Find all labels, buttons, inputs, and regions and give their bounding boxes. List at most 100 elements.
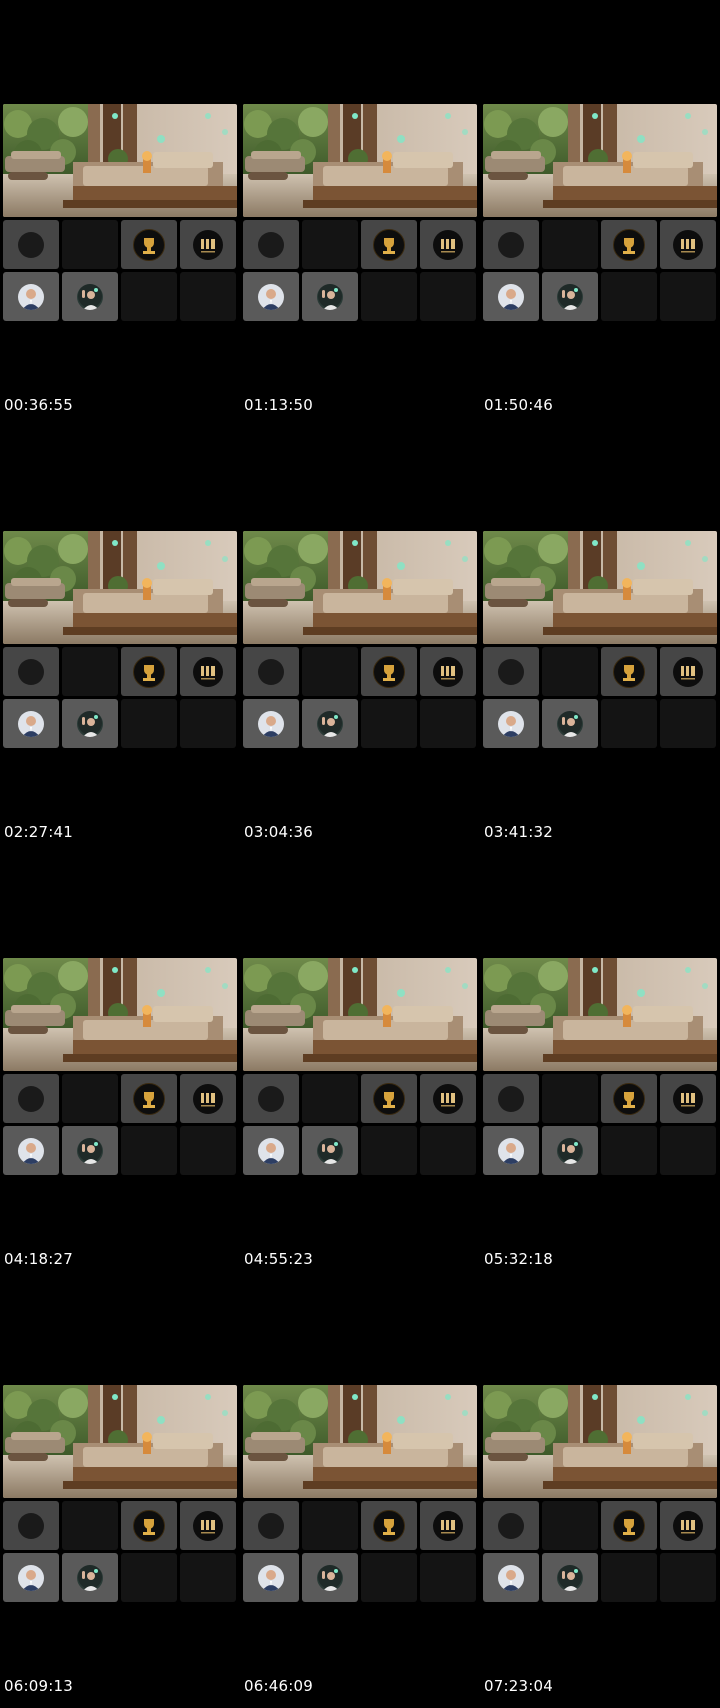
monogram-logo-tile[interactable]	[420, 220, 476, 269]
avatar-man-suit	[18, 710, 44, 737]
monogram-logo-tile[interactable]	[180, 1074, 236, 1123]
participant-tile[interactable]	[243, 272, 299, 321]
logo-tile[interactable]	[3, 1501, 59, 1550]
participant-tile[interactable]	[483, 699, 539, 748]
bedroom-scene-preview	[243, 104, 477, 217]
empty-tile	[180, 272, 236, 321]
video-frame-thumbnail[interactable]: 05:32:18	[483, 958, 717, 1278]
participant-tile[interactable]	[302, 1553, 358, 1602]
empty-tile	[62, 220, 118, 269]
logo-tile[interactable]	[3, 647, 59, 696]
participant-tile[interactable]	[542, 699, 598, 748]
video-frame-thumbnail[interactable]: 04:18:27	[3, 958, 237, 1278]
trophy-logo-tile[interactable]	[601, 1074, 657, 1123]
gold-monogram-logo-icon	[193, 229, 223, 260]
monogram-logo-tile[interactable]	[660, 220, 716, 269]
participant-tile[interactable]	[542, 1553, 598, 1602]
empty-tile	[601, 272, 657, 321]
participant-tile[interactable]	[3, 699, 59, 748]
monogram-logo-tile[interactable]	[660, 647, 716, 696]
logo-tile[interactable]	[243, 1501, 299, 1550]
participant-tile[interactable]	[243, 1553, 299, 1602]
video-frame-thumbnail[interactable]: 00:36:55	[3, 104, 237, 424]
participant-tile[interactable]	[302, 1126, 358, 1175]
logo-tile[interactable]	[243, 647, 299, 696]
bedroom-scene-preview	[3, 958, 237, 1071]
monogram-logo-tile[interactable]	[660, 1074, 716, 1123]
trophy-logo-tile[interactable]	[121, 1074, 177, 1123]
participant-tile[interactable]	[542, 272, 598, 321]
trophy-logo-tile[interactable]	[361, 647, 417, 696]
empty-tile	[302, 220, 358, 269]
trophy-logo-tile[interactable]	[361, 1501, 417, 1550]
video-frame-thumbnail[interactable]: 07:23:04	[483, 1385, 717, 1705]
logo-tile[interactable]	[483, 647, 539, 696]
logo-tile[interactable]	[243, 1074, 299, 1123]
participant-tile[interactable]	[243, 699, 299, 748]
participant-tile[interactable]	[62, 1553, 118, 1602]
trophy-logo-tile[interactable]	[361, 1074, 417, 1123]
logo-tile[interactable]	[3, 220, 59, 269]
monogram-logo-tile[interactable]	[180, 1501, 236, 1550]
trophy-logo-tile[interactable]	[121, 220, 177, 269]
bedroom-scene-preview	[483, 531, 717, 644]
frame-timestamp: 00:36:55	[4, 396, 73, 414]
empty-tile	[361, 699, 417, 748]
avatar-man-suit	[18, 1564, 44, 1591]
video-frame-thumbnail[interactable]: 03:41:32	[483, 531, 717, 851]
avatar-man-suit	[258, 283, 284, 310]
participant-tile[interactable]	[62, 272, 118, 321]
trophy-logo-tile[interactable]	[601, 220, 657, 269]
logo-tile[interactable]	[483, 1074, 539, 1123]
logo-tile[interactable]	[483, 1501, 539, 1550]
logo-tile[interactable]	[3, 1074, 59, 1123]
monogram-logo-tile[interactable]	[180, 220, 236, 269]
trophy-logo-tile[interactable]	[121, 1501, 177, 1550]
participant-tile[interactable]	[62, 699, 118, 748]
logo-dark-circle-icon	[18, 1512, 44, 1539]
participant-tile[interactable]	[3, 1126, 59, 1175]
frame-timestamp: 06:09:13	[4, 1677, 73, 1695]
empty-tile	[62, 647, 118, 696]
participant-tile[interactable]	[243, 1126, 299, 1175]
monogram-logo-tile[interactable]	[420, 647, 476, 696]
bedroom-scene-image	[243, 958, 477, 1071]
bedroom-scene-image	[243, 104, 477, 217]
video-frame-thumbnail[interactable]: 04:55:23	[243, 958, 477, 1278]
participant-tile[interactable]	[483, 1553, 539, 1602]
monogram-logo-tile[interactable]	[660, 1501, 716, 1550]
video-frame-thumbnail[interactable]: 02:27:41	[3, 531, 237, 851]
trophy-logo-tile[interactable]	[361, 220, 417, 269]
participant-tile-grid	[243, 220, 477, 321]
logo-tile[interactable]	[243, 220, 299, 269]
video-frame-thumbnail[interactable]: 01:13:50	[243, 104, 477, 424]
empty-tile	[302, 1074, 358, 1123]
video-frame-thumbnail[interactable]: 06:46:09	[243, 1385, 477, 1705]
trophy-logo-tile[interactable]	[601, 647, 657, 696]
empty-tile	[420, 272, 476, 321]
participant-tile[interactable]	[3, 272, 59, 321]
logo-tile[interactable]	[483, 220, 539, 269]
video-frame-thumbnail[interactable]: 06:09:13	[3, 1385, 237, 1705]
participant-tile[interactable]	[302, 272, 358, 321]
trophy-logo-tile[interactable]	[121, 647, 177, 696]
video-frame-thumbnail[interactable]: 01:50:46	[483, 104, 717, 424]
video-frame-thumbnail[interactable]: 03:04:36	[243, 531, 477, 851]
avatar-man-suit	[258, 1564, 284, 1591]
participant-tile[interactable]	[483, 1126, 539, 1175]
empty-tile	[542, 1074, 598, 1123]
gold-monogram-logo-icon	[433, 1083, 463, 1114]
trophy-logo-tile[interactable]	[601, 1501, 657, 1550]
participant-tile[interactable]	[62, 1126, 118, 1175]
participant-tile[interactable]	[302, 699, 358, 748]
monogram-logo-tile[interactable]	[420, 1501, 476, 1550]
participant-tile[interactable]	[3, 1553, 59, 1602]
gold-monogram-logo-icon	[193, 1083, 223, 1114]
avatar-man-waving	[77, 710, 103, 737]
monogram-logo-tile[interactable]	[180, 647, 236, 696]
empty-tile	[121, 272, 177, 321]
monogram-logo-tile[interactable]	[420, 1074, 476, 1123]
participant-tile[interactable]	[483, 272, 539, 321]
frame-timestamp: 04:55:23	[244, 1250, 313, 1268]
participant-tile[interactable]	[542, 1126, 598, 1175]
